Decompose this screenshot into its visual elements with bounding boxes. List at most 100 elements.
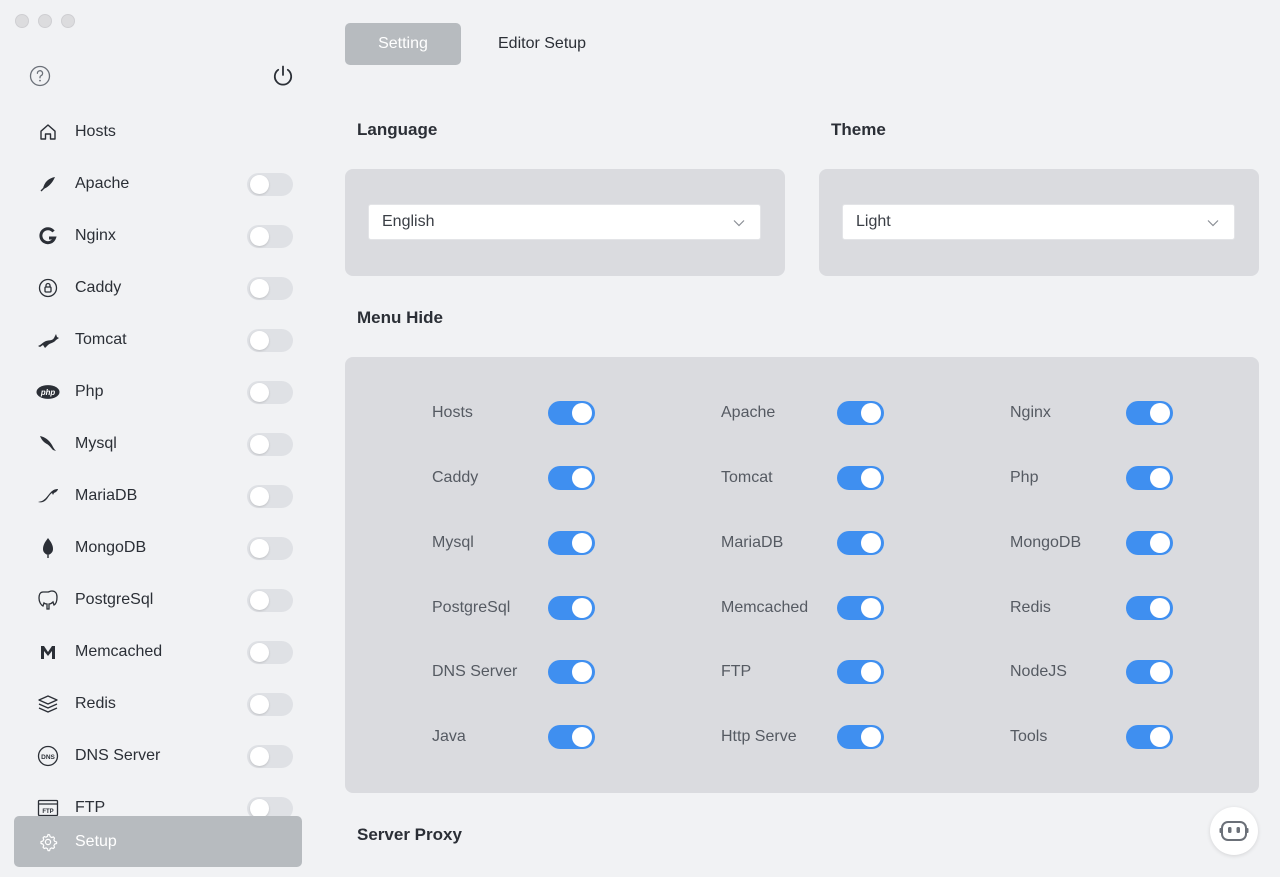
menu-hide-label: Caddy bbox=[432, 469, 479, 486]
robot-icon bbox=[1219, 821, 1249, 841]
menu-hide-item-java: Java bbox=[432, 717, 595, 757]
memcached-visibility-toggle[interactable] bbox=[837, 596, 884, 620]
sidebar-item-ftp[interactable]: FTP FTP bbox=[0, 782, 318, 818]
sidebar-item-apache[interactable]: Apache bbox=[0, 158, 318, 210]
ftp-visibility-toggle[interactable] bbox=[837, 660, 884, 684]
help-icon[interactable] bbox=[28, 64, 52, 88]
assistant-robot-button[interactable] bbox=[1210, 807, 1258, 855]
sidebar-item-mariadb[interactable]: MariaDB bbox=[0, 470, 318, 522]
apache-toggle[interactable] bbox=[247, 173, 293, 196]
tomcat-icon bbox=[36, 328, 60, 352]
redis-stack-icon bbox=[36, 692, 60, 716]
language-value: English bbox=[382, 213, 435, 230]
sidebar-item-label: Redis bbox=[75, 695, 116, 712]
theme-value: Light bbox=[856, 213, 891, 230]
menu-hide-label: PostgreSql bbox=[432, 599, 511, 616]
menu-hide-item-dns-server: DNS Server bbox=[432, 652, 595, 692]
sidebar-item-postgresql[interactable]: PostgreSql bbox=[0, 574, 318, 626]
tab-editor-setup[interactable]: Editor Setup bbox=[498, 35, 586, 53]
sidebar-item-caddy[interactable]: Caddy bbox=[0, 262, 318, 314]
mariadb-toggle[interactable] bbox=[247, 485, 293, 508]
theme-select[interactable]: Light bbox=[842, 204, 1235, 240]
sidebar-item-memcached[interactable]: Memcached bbox=[0, 626, 318, 678]
dns-server-toggle[interactable] bbox=[247, 745, 293, 768]
menu-hide-item-apache: Apache bbox=[721, 393, 884, 433]
language-select[interactable]: English bbox=[368, 204, 761, 240]
nginx-toggle[interactable] bbox=[247, 225, 293, 248]
menu-hide-label: MongoDB bbox=[1010, 534, 1082, 551]
nginx-visibility-toggle[interactable] bbox=[1126, 401, 1173, 425]
mongodb-visibility-toggle[interactable] bbox=[1126, 531, 1173, 555]
tab-setting[interactable]: Setting bbox=[345, 23, 461, 65]
memcached-toggle[interactable] bbox=[247, 641, 293, 664]
sidebar-list: Hosts Apache Nginx Caddy Tomcat php Php … bbox=[0, 106, 318, 818]
dns-server-visibility-toggle[interactable] bbox=[548, 660, 595, 684]
menu-hide-item-caddy: Caddy bbox=[432, 458, 595, 498]
sidebar-item-label: MariaDB bbox=[75, 487, 138, 504]
hosts-visibility-toggle[interactable] bbox=[548, 401, 595, 425]
sidebar-item-tomcat[interactable]: Tomcat bbox=[0, 314, 318, 366]
php-visibility-toggle[interactable] bbox=[1126, 466, 1173, 490]
menu-hide-item-mysql: Mysql bbox=[432, 523, 595, 563]
postgresql-toggle[interactable] bbox=[247, 589, 293, 612]
sidebar-item-label: Hosts bbox=[75, 123, 116, 140]
php-icon: php bbox=[36, 380, 60, 404]
sidebar-item-label: PostgreSql bbox=[75, 591, 154, 608]
menu-hide-label: Hosts bbox=[432, 404, 473, 421]
mysql-toggle[interactable] bbox=[247, 433, 293, 456]
sidebar-item-label: Apache bbox=[75, 175, 130, 192]
php-toggle[interactable] bbox=[247, 381, 293, 404]
home-icon bbox=[36, 120, 60, 144]
postgresql-elephant-icon bbox=[36, 588, 60, 612]
nodejs-visibility-toggle[interactable] bbox=[1126, 660, 1173, 684]
gear-icon bbox=[36, 830, 60, 854]
sidebar-item-nginx[interactable]: Nginx bbox=[0, 210, 318, 262]
apache-visibility-toggle[interactable] bbox=[837, 401, 884, 425]
chevron-down-icon bbox=[1207, 220, 1219, 227]
language-panel: English bbox=[345, 169, 785, 276]
caddy-toggle[interactable] bbox=[247, 277, 293, 300]
sidebar-item-mongodb[interactable]: MongoDB bbox=[0, 522, 318, 574]
ftp-icon: FTP bbox=[36, 796, 60, 818]
ftp-toggle[interactable] bbox=[247, 797, 293, 818]
sidebar-item-label: MongoDB bbox=[75, 539, 147, 556]
sidebar-item-label: Setup bbox=[75, 832, 117, 850]
tomcat-visibility-toggle[interactable] bbox=[837, 466, 884, 490]
mariadb-visibility-toggle[interactable] bbox=[837, 531, 884, 555]
menu-hide-item-memcached: Memcached bbox=[721, 588, 884, 628]
sidebar-item-label: FTP bbox=[75, 799, 106, 816]
menu-hide-item-ftp: FTP bbox=[721, 652, 884, 692]
power-icon[interactable] bbox=[270, 63, 296, 89]
redis-toggle[interactable] bbox=[247, 693, 293, 716]
sidebar-item-label: Tomcat bbox=[75, 331, 127, 348]
redis-visibility-toggle[interactable] bbox=[1126, 596, 1173, 620]
menu-hide-label: Mysql bbox=[432, 534, 474, 551]
sidebar-item-setup[interactable]: Setup bbox=[14, 816, 302, 867]
http-serve-visibility-toggle[interactable] bbox=[837, 725, 884, 749]
menu-hide-label: Apache bbox=[721, 404, 776, 421]
menu-hide-item-redis: Redis bbox=[1010, 588, 1173, 628]
tools-visibility-toggle[interactable] bbox=[1126, 725, 1173, 749]
sidebar-item-label: DNS Server bbox=[75, 747, 161, 764]
menu-hide-label: Php bbox=[1010, 469, 1039, 486]
sidebar-item-label: Php bbox=[75, 383, 104, 400]
sidebar-item-dns-server[interactable]: DNS DNS Server bbox=[0, 730, 318, 782]
java-visibility-toggle[interactable] bbox=[548, 725, 595, 749]
caddy-visibility-toggle[interactable] bbox=[548, 466, 595, 490]
mysql-visibility-toggle[interactable] bbox=[548, 531, 595, 555]
tomcat-toggle[interactable] bbox=[247, 329, 293, 352]
sidebar-item-label: Memcached bbox=[75, 643, 163, 660]
menu-hide-panel: Hosts Apache Nginx Caddy Tomcat Php Mysq… bbox=[345, 357, 1259, 793]
sidebar-item-hosts[interactable]: Hosts bbox=[0, 106, 318, 158]
sidebar-item-mysql[interactable]: Mysql bbox=[0, 418, 318, 470]
menu-hide-label: MariaDB bbox=[721, 534, 784, 551]
menu-hide-item-mongodb: MongoDB bbox=[1010, 523, 1173, 563]
sidebar-item-php[interactable]: php Php bbox=[0, 366, 318, 418]
sidebar-item-label: Caddy bbox=[75, 279, 122, 296]
mongodb-toggle[interactable] bbox=[247, 537, 293, 560]
postgresql-visibility-toggle[interactable] bbox=[548, 596, 595, 620]
menu-hide-label: Redis bbox=[1010, 599, 1051, 616]
sidebar-item-redis[interactable]: Redis bbox=[0, 678, 318, 730]
mongodb-leaf-icon bbox=[36, 536, 60, 560]
menu-hide-title: Menu Hide bbox=[357, 308, 443, 327]
